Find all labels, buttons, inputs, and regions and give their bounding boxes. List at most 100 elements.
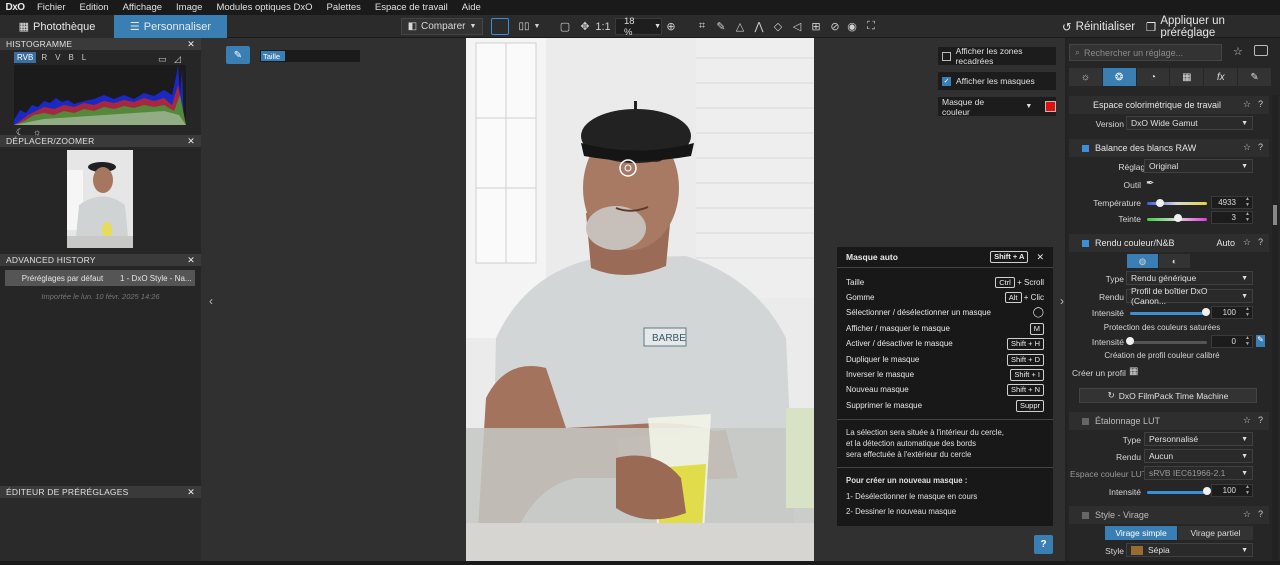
- menu-palettes[interactable]: Palettes: [320, 2, 368, 13]
- bw-mode-tab[interactable]: ◐: [1159, 254, 1190, 268]
- hist-tab-rgb[interactable]: RVB: [14, 52, 37, 63]
- settings-search-input[interactable]: ⌕ Rechercher un réglage...: [1069, 44, 1222, 61]
- reset-button[interactable]: ↺ Réinitialiser: [1062, 17, 1142, 36]
- show-masks-option[interactable]: ✓ Afficher les masques: [938, 72, 1056, 90]
- lut-section-header[interactable]: Étalonnage LUT ☆?: [1069, 412, 1269, 430]
- menu-help[interactable]: Aide: [455, 2, 488, 13]
- perspective-icon[interactable]: ⋀: [750, 18, 768, 35]
- spinner-icon[interactable]: ▲ ▼: [1245, 484, 1250, 496]
- light-tab-icon[interactable]: ☼: [1069, 68, 1102, 86]
- close-icon[interactable]: ✕: [187, 487, 195, 498]
- color-rendering-section-header[interactable]: Rendu couleur/N&B Auto ☆?: [1069, 234, 1269, 252]
- fullscreen-icon[interactable]: ⛶: [862, 18, 880, 35]
- wb-section-header[interactable]: Balance des blancs RAW ☆?: [1069, 139, 1269, 157]
- collapse-right-panel-icon[interactable]: ›: [1060, 294, 1064, 308]
- menu-image[interactable]: Image: [169, 2, 209, 13]
- mask-color-swatch[interactable]: [1045, 101, 1056, 112]
- tab-library[interactable]: ▦ Photothèque: [0, 15, 114, 38]
- main-photo[interactable]: BARBE: [466, 38, 814, 561]
- compare-button[interactable]: ◧ Comparer ▼: [401, 18, 483, 35]
- zoom-in-icon[interactable]: ⊕: [662, 18, 680, 35]
- section-enable-toggle[interactable]: [1082, 239, 1089, 247]
- lut-intensity-slider[interactable]: [1147, 491, 1207, 494]
- style-toning-section-header[interactable]: Style - Virage ☆?: [1069, 506, 1269, 524]
- intensity-input[interactable]: 100 ▲ ▼: [1211, 306, 1253, 319]
- menu-optics-modules[interactable]: Modules optiques DxO: [209, 2, 319, 13]
- star-icon[interactable]: ☆: [1243, 509, 1251, 520]
- panel-toggle-icon[interactable]: [1254, 45, 1268, 56]
- filmpack-time-machine-button[interactable]: ↻ DxO FilmPack Time Machine: [1079, 388, 1257, 403]
- tab-partial-toning[interactable]: Virage partiel: [1178, 526, 1253, 540]
- tab-simple-toning[interactable]: Virage simple: [1105, 526, 1177, 540]
- gamut-warning-icon[interactable]: ◿: [174, 54, 181, 65]
- intensity-slider[interactable]: [1130, 312, 1207, 315]
- version-dropdown[interactable]: DxO Wide Gamut ▼: [1126, 116, 1253, 130]
- star-icon[interactable]: ☆: [1233, 45, 1243, 58]
- eye-icon[interactable]: ◉: [843, 18, 861, 35]
- section-enable-toggle[interactable]: [1082, 144, 1089, 152]
- apply-preset-button[interactable]: ❐ Appliquer un préréglage: [1146, 15, 1276, 39]
- spinner-icon[interactable]: ▲ ▼: [1245, 211, 1250, 223]
- shadow-clipping-icon[interactable]: ☾: [16, 127, 24, 138]
- star-icon[interactable]: ☆: [1243, 237, 1251, 248]
- geometry-tab-icon[interactable]: ▦: [1170, 68, 1204, 86]
- tab-customize[interactable]: ☰ Personnaliser: [114, 15, 227, 38]
- monitor-icon[interactable]: ▭: [158, 54, 167, 65]
- help-icon[interactable]: ?: [1258, 237, 1263, 248]
- help-icon[interactable]: ?: [1258, 415, 1263, 426]
- collapse-left-panel-icon[interactable]: ‹: [209, 294, 213, 308]
- hist-tab-b[interactable]: B: [65, 52, 76, 63]
- color-chart-icon[interactable]: ▦: [1129, 366, 1138, 377]
- scrollbar-thumb[interactable]: [1273, 205, 1277, 225]
- menu-workspace[interactable]: Espace de travail: [368, 2, 455, 13]
- local-tab-icon[interactable]: ✎: [1238, 68, 1271, 86]
- menu-view[interactable]: Affichage: [116, 2, 169, 13]
- horizon-icon[interactable]: △: [731, 18, 749, 35]
- lut-intensity-slider-knob[interactable]: [1203, 487, 1211, 495]
- render-dropdown[interactable]: Profil de boîtier DxO (Canon... ▼: [1126, 286, 1253, 306]
- star-icon[interactable]: ☆: [1243, 142, 1251, 153]
- eyedropper-icon[interactable]: ✒: [1146, 178, 1154, 189]
- close-icon[interactable]: ✕: [1036, 252, 1044, 263]
- protection-input[interactable]: 0 ▲ ▼: [1211, 335, 1253, 348]
- style-dropdown[interactable]: Sépia ▼: [1126, 543, 1253, 557]
- spinner-icon[interactable]: ▲ ▼: [1245, 306, 1250, 318]
- navigator-thumbnail[interactable]: [67, 150, 133, 248]
- wb-setting-dropdown[interactable]: Original ▼: [1144, 159, 1253, 173]
- protection-slider[interactable]: [1130, 341, 1207, 344]
- help-icon[interactable]: ?: [1258, 509, 1263, 520]
- section-enable-toggle[interactable]: [1082, 417, 1089, 425]
- local-adjustments-icon[interactable]: ◁: [788, 18, 806, 35]
- lut-space-dropdown[interactable]: sRVB IEC61966-2.1 ▼: [1144, 466, 1253, 480]
- color-mode-tab[interactable]: ◍: [1127, 254, 1158, 268]
- eyedropper-icon[interactable]: ✎: [1256, 335, 1265, 347]
- temperature-input[interactable]: 4933 ▲ ▼: [1211, 196, 1253, 209]
- detail-tab-icon[interactable]: ◔: [1136, 68, 1170, 86]
- show-cropped-checkbox[interactable]: [942, 51, 951, 61]
- star-icon[interactable]: ☆: [1243, 415, 1251, 426]
- fit-screen-icon[interactable]: ▢: [556, 18, 574, 35]
- close-icon[interactable]: ✕: [187, 255, 195, 266]
- show-masks-checkbox[interactable]: ✓: [942, 76, 951, 86]
- link-icon[interactable]: ⊘: [826, 18, 844, 35]
- show-cropped-areas-option[interactable]: Afficher les zones recadrées: [938, 46, 1056, 66]
- protection-slider-knob[interactable]: [1126, 337, 1134, 345]
- hist-tab-r[interactable]: R: [38, 52, 50, 63]
- auto-mask-tool-button[interactable]: ✎: [226, 46, 250, 64]
- close-icon[interactable]: ✕: [187, 39, 195, 50]
- grid-overlay-icon[interactable]: ⊞: [807, 18, 825, 35]
- section-enable-toggle[interactable]: [1082, 511, 1089, 519]
- right-scrollbar[interactable]: [1272, 95, 1278, 565]
- hist-tab-l[interactable]: L: [79, 52, 89, 63]
- help-icon[interactable]: ?: [1258, 142, 1263, 153]
- crop-icon[interactable]: ⌗: [693, 18, 711, 35]
- spinner-icon[interactable]: ▲ ▼: [1245, 335, 1250, 347]
- lut-render-dropdown[interactable]: Aucun ▼: [1144, 449, 1253, 463]
- render-type-dropdown[interactable]: Rendu générique ▼: [1126, 271, 1253, 285]
- history-entry[interactable]: Préréglages par défaut 1 - DxO Style - N…: [5, 270, 195, 286]
- zoom-one-to-one[interactable]: 1:1: [594, 18, 612, 35]
- move-icon[interactable]: ✥: [576, 18, 594, 35]
- colorspace-section-header[interactable]: Espace colorimétrique de travail ☆?: [1069, 96, 1269, 114]
- intensity-slider-knob[interactable]: [1202, 308, 1210, 316]
- effects-tab-icon[interactable]: fx: [1204, 68, 1238, 86]
